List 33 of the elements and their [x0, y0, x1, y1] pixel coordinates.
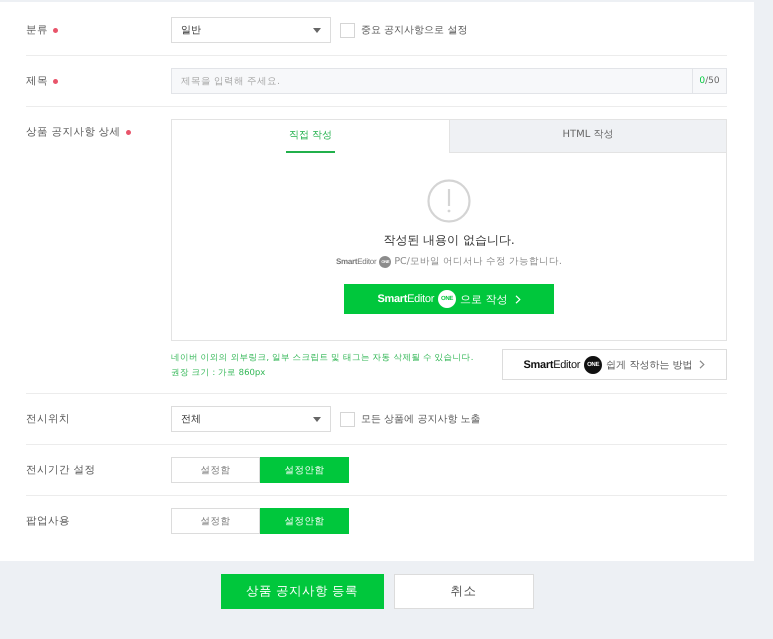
checkbox-label: 중요 공지사항으로 설정 [361, 24, 468, 37]
editor-logo-wordmark: SmartEditor [336, 257, 376, 266]
empty-message: 작성된 내용이 없습니다. [383, 232, 515, 249]
hint-text: PC/모바일 어디서나 수정 가능합니다. [394, 255, 562, 268]
checkbox-label: 모든 상품에 공지사항 노출 [361, 413, 481, 426]
editor-tab[interactable]: HTML 작성 [449, 120, 726, 153]
field-label: 분류 [26, 23, 48, 37]
field-label: 상품 공지사항 상세 [26, 125, 121, 139]
exclamation-circle-icon [427, 179, 471, 223]
chevron-right-icon [699, 360, 706, 369]
notice-text: 권장 크기 : 가로 860px [171, 367, 266, 380]
caret-icon [313, 416, 321, 422]
caret-icon [313, 28, 321, 32]
register-button[interactable]: 상품 공지사항 등록 [220, 574, 384, 609]
dropdown-select[interactable]: 전체 [171, 406, 331, 432]
character-counter: 0/50 [692, 68, 727, 94]
field-label: 팝업사용 [26, 514, 70, 528]
field-label: 전시위치 [26, 412, 70, 426]
toggle-option[interactable]: 설정함 [171, 457, 260, 483]
chevron-right-icon [514, 294, 521, 304]
checkbox[interactable] [340, 22, 355, 38]
editor-logo-wordmark: SmartEditor [377, 293, 434, 305]
title-input-field[interactable]: 제목을 입력해 주세요. [171, 68, 692, 94]
checkbox[interactable] [340, 412, 355, 426]
toggle-option[interactable]: 설정안함 [260, 508, 349, 534]
notice-text: 네이버 이외의 외부링크, 일부 스크립트 및 태그는 자동 삭제될 수 있습니다. [171, 352, 474, 365]
field-label: 전시기간 설정 [26, 463, 96, 477]
toggle-option[interactable]: 설정안함 [260, 457, 349, 483]
dropdown-select[interactable]: 일반 [171, 17, 331, 43]
field-label: 제목 [26, 74, 48, 88]
cancel-button[interactable]: 취소 [394, 574, 534, 609]
toggle-option[interactable]: 설정함 [171, 508, 260, 534]
editor-logo-wordmark: SmartEditor [524, 358, 580, 370]
